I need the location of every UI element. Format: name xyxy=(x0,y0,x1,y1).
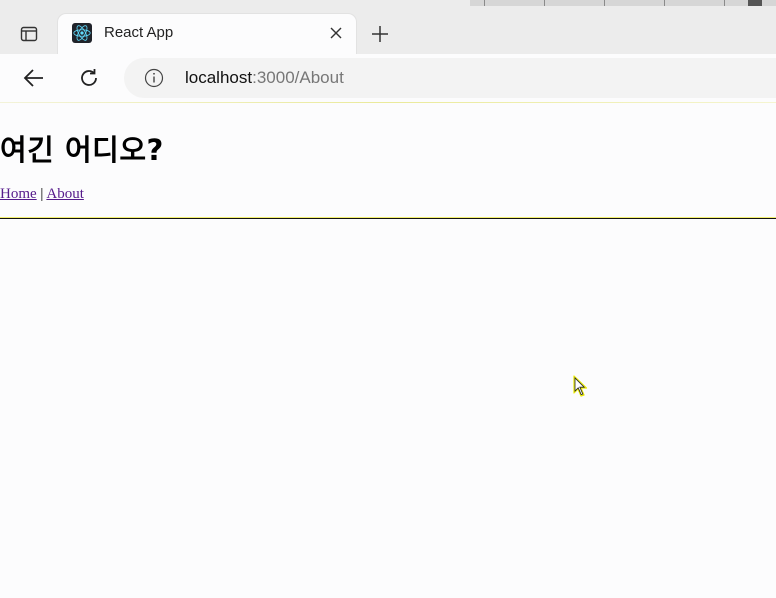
refresh-button[interactable] xyxy=(73,62,105,94)
back-arrow-icon xyxy=(23,69,43,87)
tab-react-app[interactable]: React App xyxy=(58,14,356,54)
url-path: :3000/About xyxy=(252,68,344,87)
main-nav: Home | About xyxy=(0,186,84,203)
tab-actions-button[interactable] xyxy=(10,20,48,48)
tab-strip: React App xyxy=(0,0,776,54)
browser-toolbar: localhost:3000/About xyxy=(0,54,776,102)
address-bar[interactable]: localhost:3000/About xyxy=(124,58,776,98)
taskbar-edge xyxy=(470,0,776,6)
nav-link-home[interactable]: Home xyxy=(0,186,37,202)
new-tab-button[interactable] xyxy=(366,20,394,48)
back-button[interactable] xyxy=(18,62,50,94)
refresh-icon xyxy=(81,69,97,86)
close-icon xyxy=(330,27,342,39)
url-host: localhost xyxy=(185,68,253,87)
mouse-pointer-icon xyxy=(573,375,588,397)
page-content: 여긴 어디오? Home | About xyxy=(0,103,776,598)
nav-separator: | xyxy=(36,186,47,202)
tab-actions-icon xyxy=(20,26,38,42)
site-info-button[interactable] xyxy=(144,68,164,88)
info-icon xyxy=(144,68,164,88)
react-logo-icon xyxy=(72,23,92,43)
url-text: localhost:3000/About xyxy=(185,68,344,88)
page-heading: 여긴 어디오? xyxy=(0,133,164,167)
close-tab-button[interactable] xyxy=(326,23,346,43)
nav-link-about[interactable]: About xyxy=(46,186,84,202)
browser-window: React App localhost:3000/About 여긴 어디오? H… xyxy=(0,0,776,598)
tab-title: React App xyxy=(104,24,174,41)
horizontal-rule xyxy=(0,217,776,219)
plus-icon xyxy=(372,26,388,42)
